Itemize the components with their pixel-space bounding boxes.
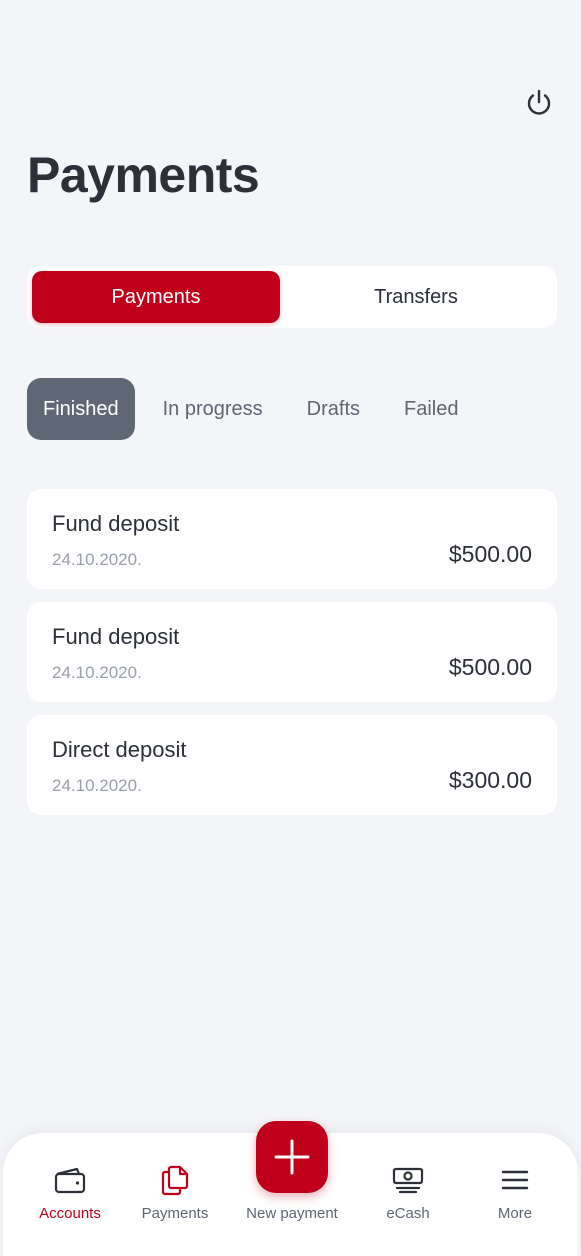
transaction-title: Direct deposit (52, 737, 187, 762)
menu-icon (501, 1170, 529, 1190)
segment-payments[interactable]: Payments (32, 271, 280, 323)
transaction-amount: $500.00 (448, 541, 532, 567)
tab-label: eCash (386, 1205, 430, 1222)
transaction-card[interactable]: Direct deposit 24.10.2020. $300.00 (27, 715, 557, 815)
wallet-icon (54, 1167, 86, 1194)
transaction-date: 24.10.2020. (52, 550, 142, 569)
power-button[interactable] (522, 86, 556, 120)
status-filter-bar: Finished In progress Drafts Failed (27, 378, 487, 440)
tab-ecash[interactable]: eCash (358, 1163, 458, 1222)
new-payment-button[interactable] (256, 1121, 328, 1193)
transaction-title: Fund deposit (52, 511, 180, 536)
tab-payments[interactable]: Payments (125, 1163, 225, 1222)
filter-failed[interactable]: Failed (388, 378, 474, 440)
plus-icon (274, 1139, 310, 1175)
tab-more[interactable]: More (465, 1163, 565, 1222)
payments-transfers-toggle: Payments Transfers (27, 266, 557, 328)
tab-label: Payments (141, 1205, 209, 1222)
transaction-date: 24.10.2020. (52, 776, 142, 795)
page-title: Payments (27, 147, 260, 203)
transaction-list: Fund deposit 24.10.2020. $500.00 Fund de… (27, 489, 557, 828)
transaction-card[interactable]: Fund deposit 24.10.2020. $500.00 (27, 602, 557, 702)
filter-drafts[interactable]: Drafts (291, 378, 376, 440)
tab-accounts[interactable]: Accounts (20, 1163, 120, 1222)
cash-icon (392, 1167, 424, 1194)
filter-in-progress[interactable]: In progress (147, 378, 279, 440)
transaction-title: Fund deposit (52, 624, 180, 649)
transaction-amount: $300.00 (448, 767, 532, 793)
tab-label: Accounts (39, 1205, 101, 1222)
documents-icon (161, 1165, 189, 1196)
bottom-tab-bar: Accounts Payments New payment eCash More (3, 1121, 578, 1256)
tab-label: More (497, 1205, 533, 1222)
transaction-date: 24.10.2020. (52, 663, 142, 682)
filter-finished[interactable]: Finished (27, 378, 135, 440)
transaction-card[interactable]: Fund deposit 24.10.2020. $500.00 (27, 489, 557, 589)
power-icon (527, 89, 551, 115)
transaction-amount: $500.00 (448, 654, 532, 680)
segment-transfers[interactable]: Transfers (280, 271, 552, 323)
tab-label-new-payment: New payment (246, 1205, 338, 1222)
